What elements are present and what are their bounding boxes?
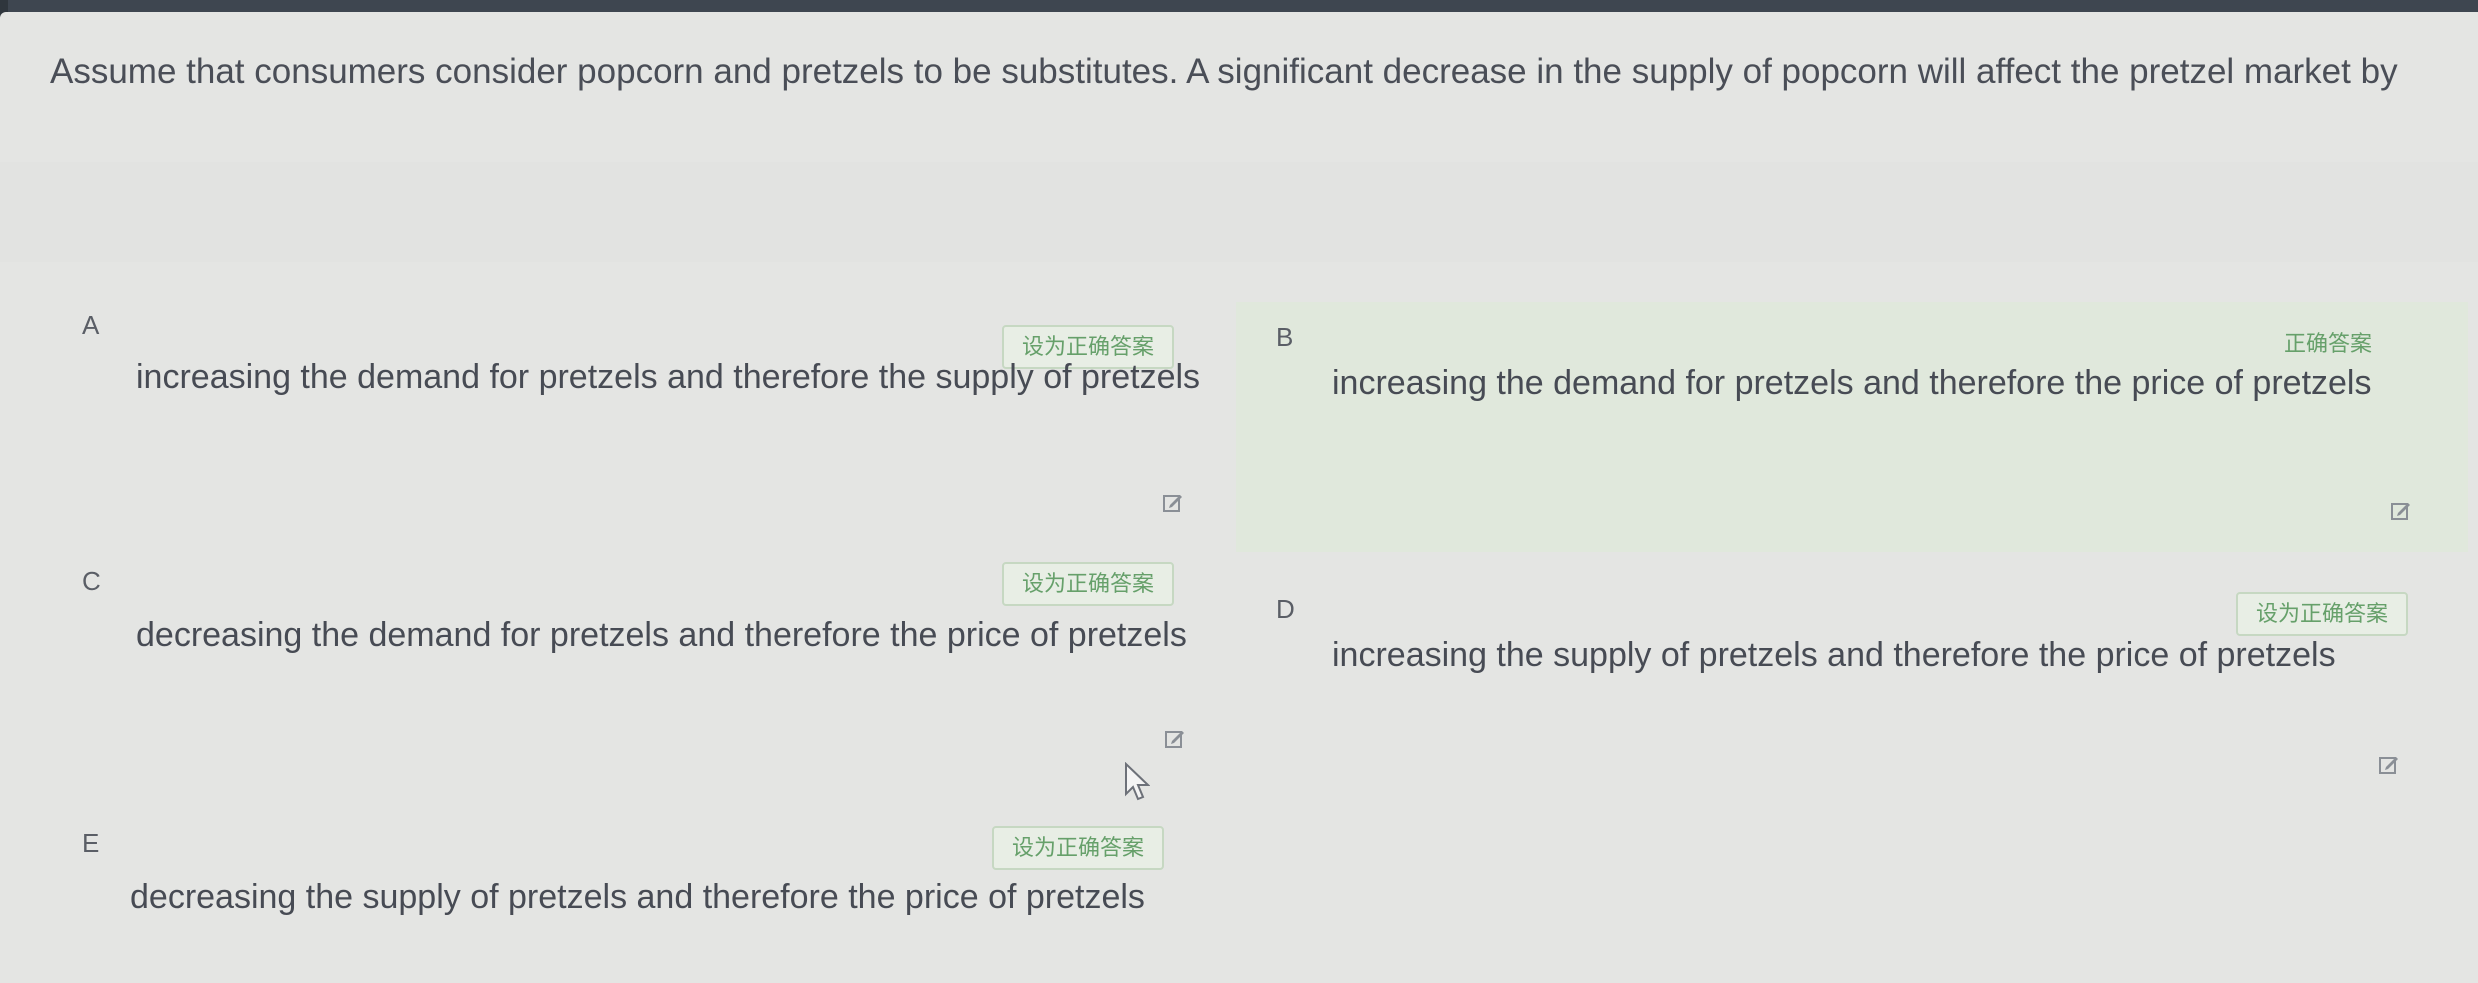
option-letter: D <box>1276 594 1295 624</box>
edit-icon[interactable] <box>1164 728 1186 750</box>
option-text: increasing the demand for pretzels and t… <box>136 358 1201 396</box>
set-correct-answer-button[interactable]: 设为正确答案 <box>992 826 1165 870</box>
option-text: decreasing the demand for pretzels and t… <box>136 616 1187 654</box>
edit-icon[interactable] <box>1162 492 1184 514</box>
option-a[interactable]: A 设为正确答案 increasing the demand for pretz… <box>40 302 1220 552</box>
option-letter: B <box>1276 322 1294 352</box>
question-text: Assume that consumers consider popcorn a… <box>50 52 2398 91</box>
mouse-pointer-icon <box>1125 762 1150 801</box>
option-letter: E <box>82 828 100 858</box>
edit-icon[interactable] <box>2390 500 2412 522</box>
option-d[interactable]: D 设为正确答案 increasing the supply of pretze… <box>1236 572 2468 812</box>
option-letter: A <box>82 310 100 340</box>
quiz-panel: Assume that consumers consider popcorn a… <box>0 12 2478 983</box>
option-letter: C <box>82 566 101 596</box>
question-divider-band <box>0 162 2478 262</box>
option-e[interactable]: E 设为正确答案 decreasing the supply of pretze… <box>40 822 1220 983</box>
option-text: decreasing the supply of pretzels and th… <box>130 878 1145 916</box>
edit-icon[interactable] <box>2378 754 2400 776</box>
option-text: increasing the demand for pretzels and t… <box>1332 364 2372 402</box>
option-text: increasing the supply of pretzels and th… <box>1332 636 2336 674</box>
set-correct-answer-button[interactable]: 设为正确答案 <box>1002 562 1175 606</box>
option-c[interactable]: C 设为正确答案 decreasing the demand for pretz… <box>40 562 1220 802</box>
option-b[interactable]: B 正确答案 increasing the demand for pretzel… <box>1236 302 2468 552</box>
